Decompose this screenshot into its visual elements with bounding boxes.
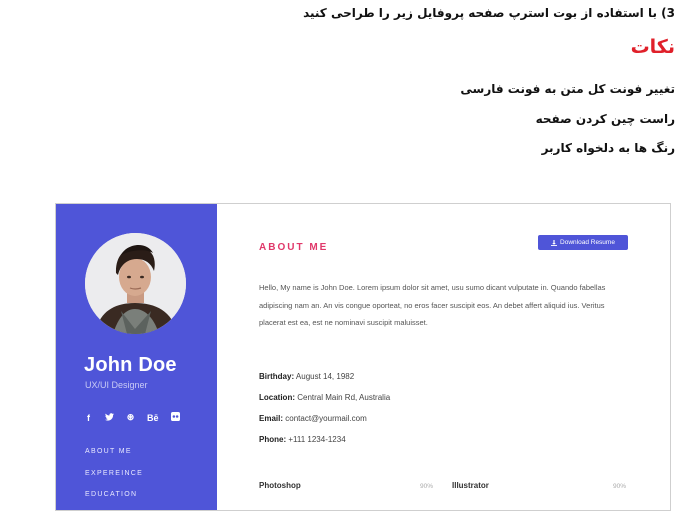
sidebar-item-education[interactable]: EDUCATION: [85, 490, 143, 510]
info-location: Location: Central Main Rd, Australia: [259, 393, 390, 402]
skill-percent: 90%: [420, 483, 434, 490]
question-text: با استفاده از بوت استرپ صفحه پروفایل زیر…: [303, 6, 657, 20]
profile-role: UX/UI Designer: [85, 380, 148, 390]
notes-heading: نکات: [630, 36, 675, 58]
profile-main: ABOUT ME Download Resume Hello, My name …: [217, 204, 670, 510]
info-label: Birthday:: [259, 372, 295, 381]
skill-name: Illustrator: [452, 481, 489, 490]
info-value: +111 1234-1234: [288, 435, 346, 444]
info-value: August 14, 1982: [295, 372, 355, 381]
dribbble-icon[interactable]: ⊛: [126, 412, 135, 423]
sidebar-item-about-me[interactable]: ABOUT ME: [85, 447, 143, 469]
behance-icon[interactable]: Bē: [147, 413, 159, 423]
social-links: f ⊛ Bē: [84, 412, 180, 423]
bio-text: Hello, My name is John Doe. Lorem ipsum …: [259, 283, 606, 327]
info-value: Central Main Rd, Australia: [297, 393, 391, 402]
note-item: رنگ ها به دلخواه کاربر: [541, 141, 675, 155]
profile-card-mockup: John Doe UX/UI Designer f ⊛ Bē ABOUT ME …: [55, 203, 671, 511]
twitter-icon[interactable]: [105, 412, 114, 423]
note-item: تغییر فونت کل متن به فونت فارسی: [460, 82, 675, 96]
note-item: راست چین کردن صفحه: [535, 112, 675, 126]
profile-sidebar: John Doe UX/UI Designer f ⊛ Bē ABOUT ME …: [56, 204, 217, 510]
info-birthday: Birthday: August 14, 1982: [259, 372, 354, 381]
flickr-icon[interactable]: [170, 412, 180, 423]
download-resume-button[interactable]: Download Resume: [538, 235, 628, 250]
question-number: 3): [661, 6, 675, 20]
profile-name: John Doe: [84, 354, 177, 376]
avatar: [85, 233, 186, 334]
info-value: contact@yourmail.com: [285, 414, 367, 423]
download-resume-label: Download Resume: [560, 239, 615, 246]
info-label: Location:: [259, 393, 295, 402]
facebook-icon[interactable]: f: [84, 413, 93, 423]
info-label: Email:: [259, 414, 284, 423]
info-email: Email: contact@yourmail.com: [259, 414, 367, 423]
section-title: ABOUT ME: [259, 242, 329, 253]
info-label: Phone:: [259, 435, 287, 444]
question-line: 3) با استفاده از بوت استرپ صفحه پروفایل …: [15, 6, 675, 20]
info-phone: Phone: +111 1234-1234: [259, 435, 346, 444]
skill-name: Photoshop: [259, 481, 301, 490]
skill-percent: 90%: [613, 483, 627, 490]
download-icon: [551, 239, 558, 246]
sidebar-item-experience[interactable]: EXPEREINCE: [85, 469, 143, 491]
sidebar-nav: ABOUT ME EXPEREINCE EDUCATION: [85, 447, 143, 510]
